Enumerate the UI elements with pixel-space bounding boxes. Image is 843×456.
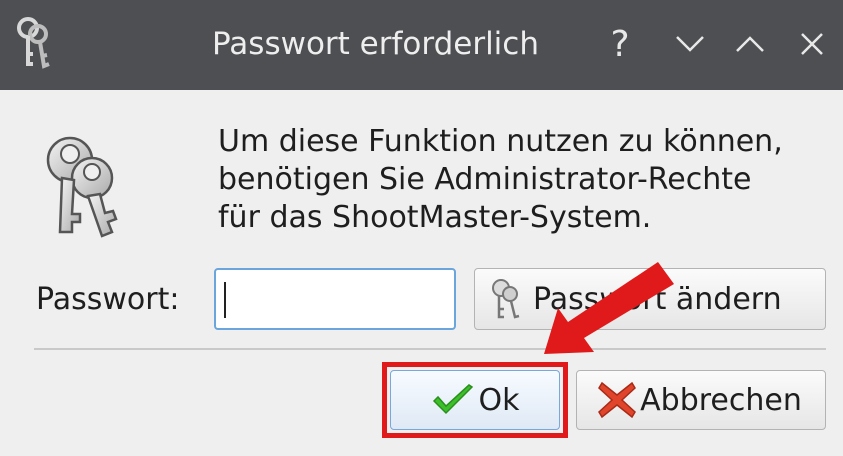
chevron-down-icon bbox=[676, 36, 704, 52]
minimize-button[interactable] bbox=[668, 18, 712, 70]
close-icon bbox=[801, 33, 823, 55]
window-title: Passwort erforderlich bbox=[212, 26, 539, 62]
cancel-label: Abbrechen bbox=[640, 382, 802, 418]
divider bbox=[34, 348, 826, 350]
password-input[interactable] bbox=[214, 268, 456, 330]
change-password-button[interactable]: Passwort ändern bbox=[474, 268, 826, 330]
message-line: für das ShootMaster-System. bbox=[218, 200, 652, 235]
title-bar[interactable]: Passwort erforderlich ? bbox=[0, 0, 843, 90]
chevron-up-icon bbox=[736, 36, 764, 52]
keys-icon bbox=[46, 136, 118, 238]
keys-icon bbox=[17, 17, 50, 69]
text-cursor bbox=[224, 282, 226, 318]
change-password-label: Passwort ändern bbox=[533, 281, 782, 317]
password-dialog: Passwort erforderlich ? Um diese Funktio… bbox=[0, 0, 843, 456]
help-button[interactable]: ? bbox=[598, 18, 642, 70]
message-text: Um diese Funktion nutzen zu können, benö… bbox=[218, 123, 838, 237]
keys-icon bbox=[492, 279, 520, 319]
close-button[interactable] bbox=[790, 18, 834, 70]
message-line: benötigen Sie Administrator-Rechte bbox=[218, 162, 752, 197]
cancel-button[interactable]: Abbrechen bbox=[576, 370, 826, 430]
password-label: Passwort: bbox=[36, 282, 180, 317]
ok-highlight-box bbox=[382, 362, 568, 438]
maximize-button[interactable] bbox=[728, 18, 772, 70]
cross-icon bbox=[598, 381, 637, 419]
message-line: Um diese Funktion nutzen zu können, bbox=[218, 124, 783, 159]
